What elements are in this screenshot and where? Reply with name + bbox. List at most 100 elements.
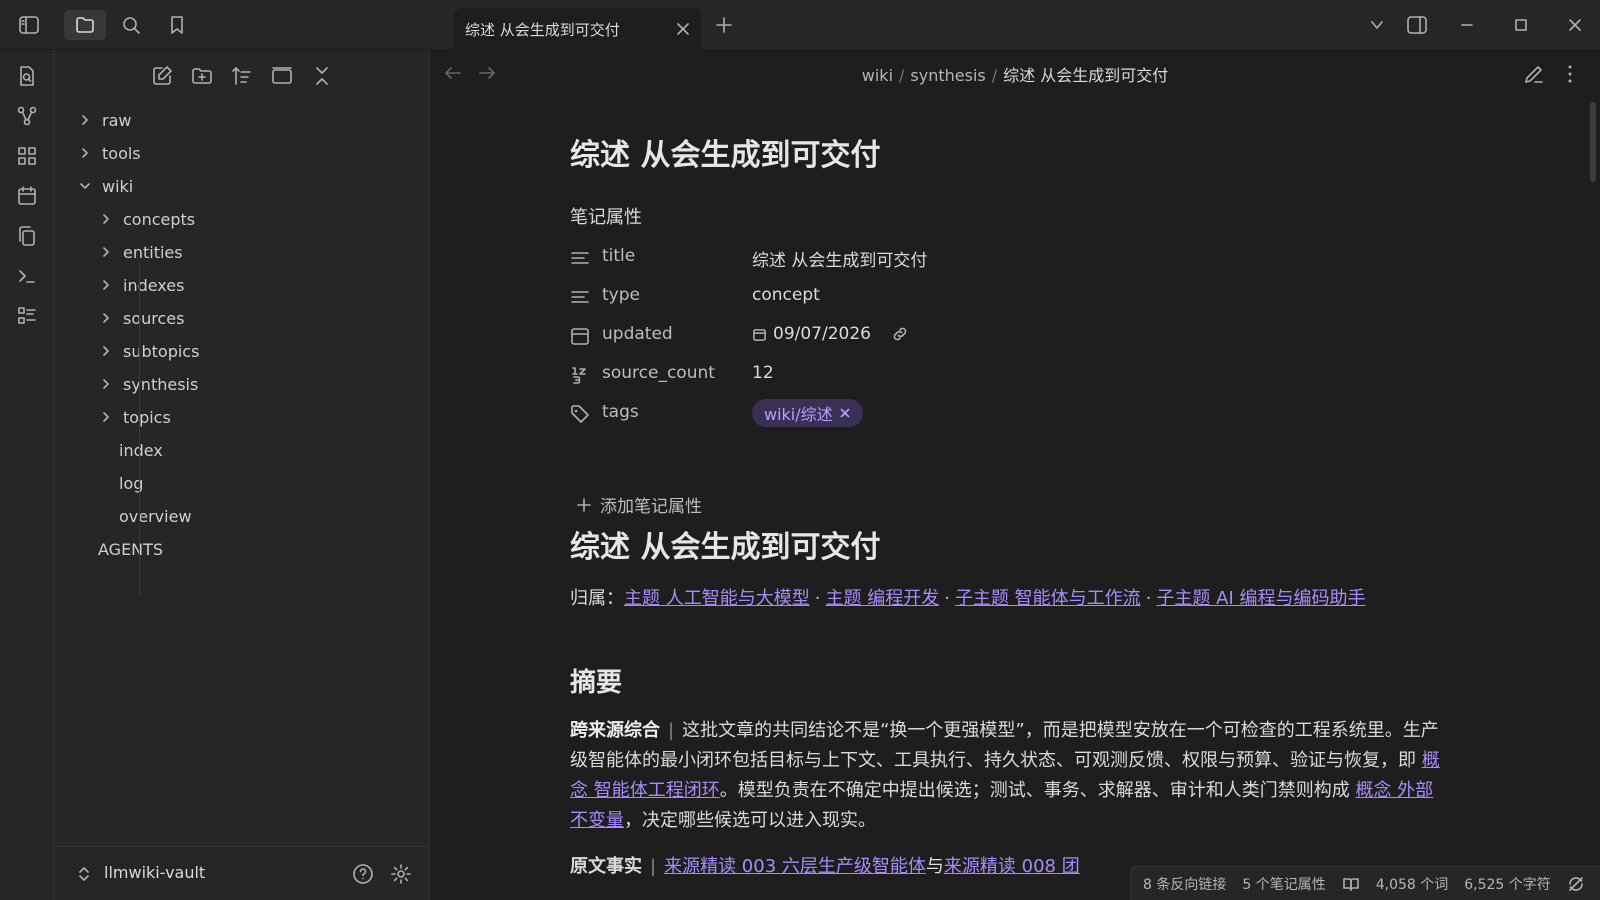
- file-search-icon[interactable]: [15, 64, 39, 88]
- property-value[interactable]: 综述 从会生成到可交付: [752, 246, 927, 271]
- close-window-icon: [1569, 19, 1581, 31]
- internal-link[interactable]: 来源精读 008 团: [944, 856, 1080, 877]
- toggle-right-sidebar-button[interactable]: [1404, 12, 1430, 38]
- folder-sources[interactable]: sources: [99, 304, 184, 332]
- tag-pill[interactable]: wiki/综述: [752, 399, 863, 427]
- backlinks-count[interactable]: 8 条反向链接: [1143, 874, 1226, 894]
- minimize-button[interactable]: [1454, 12, 1480, 38]
- collapse-view-icon[interactable]: [270, 64, 294, 88]
- property-updated[interactable]: updated 09/07/2026: [570, 320, 1450, 352]
- internal-link[interactable]: 来源精读 003 六层生产级智能体: [664, 856, 926, 877]
- add-property-button[interactable]: 添加笔记属性: [576, 492, 702, 517]
- properties-count[interactable]: 5 个笔记属性: [1242, 874, 1325, 894]
- folder-subtopics[interactable]: subtopics: [99, 337, 199, 365]
- editor-pane: wiki / synthesis / 综述 从会生成到可交付 综述 从会生成到可交付 笔…: [430, 50, 1600, 900]
- text-icon: [571, 291, 589, 303]
- new-tab-plus-icon[interactable]: [712, 13, 736, 37]
- link-icon[interactable]: [891, 325, 909, 343]
- folder-concepts[interactable]: concepts: [99, 205, 195, 233]
- properties-heading[interactable]: 笔记属性: [570, 203, 642, 229]
- sort-icon[interactable]: [230, 64, 254, 88]
- tree-item-label: synthesis: [123, 374, 199, 394]
- canvas-icon[interactable]: [15, 144, 39, 168]
- chevron-right-icon: [103, 247, 109, 257]
- para-bold-label: 原文事实: [570, 856, 642, 877]
- obsidian-window: 综述 从会生成到可交付 raw tools wiki concepts enti…: [0, 0, 1600, 900]
- para-bold-label: 跨来源综合: [570, 720, 660, 741]
- summary-heading: 摘要: [570, 668, 623, 698]
- tree-item-label: entities: [123, 242, 183, 262]
- date-picker-icon[interactable]: [752, 327, 767, 342]
- body-heading: 综述 从会生成到可交付: [570, 530, 881, 565]
- edit-pencil-icon[interactable]: [1522, 62, 1546, 86]
- folder-entities[interactable]: entities: [99, 238, 183, 266]
- file-AGENTS[interactable]: AGENTS: [78, 535, 163, 563]
- chevron-right-icon: [103, 379, 109, 389]
- sidebar-toggle-icon: [19, 16, 39, 34]
- copy-files-icon[interactable]: [15, 224, 39, 248]
- graph-view-icon[interactable]: [15, 104, 39, 128]
- property-title[interactable]: title 综述 从会生成到可交付: [570, 242, 1450, 274]
- help-icon[interactable]: [352, 863, 374, 885]
- calendar-icon[interactable]: [15, 184, 39, 208]
- minimize-icon: [1461, 24, 1473, 26]
- sync-status-icon[interactable]: [1567, 875, 1585, 893]
- internal-link[interactable]: 子主题 AI 编程与编码助手: [1156, 588, 1365, 609]
- internal-link[interactable]: 主题 人工智能与大模型: [624, 588, 810, 609]
- folder-topics[interactable]: topics: [99, 403, 171, 431]
- internal-link[interactable]: 子主题 智能体与工作流: [955, 588, 1141, 609]
- vault-name[interactable]: llmwiki-vault: [104, 863, 205, 882]
- search-button[interactable]: [110, 10, 152, 40]
- property-value[interactable]: 12: [752, 363, 774, 383]
- folder-indexes[interactable]: indexes: [99, 271, 184, 299]
- folder-wiki[interactable]: wiki: [78, 172, 133, 200]
- breadcrumb: wiki / synthesis / 综述 从会生成到可交付: [861, 66, 1169, 85]
- toggle-sidebar-button[interactable]: [8, 10, 50, 40]
- date-text[interactable]: 09/07/2026: [773, 324, 871, 344]
- terminal-icon[interactable]: [15, 264, 39, 288]
- file-overview[interactable]: overview: [99, 502, 192, 530]
- settings-gear-icon[interactable]: [390, 863, 412, 885]
- file-explorer-button[interactable]: [64, 10, 106, 40]
- property-value[interactable]: concept: [752, 285, 820, 305]
- new-folder-icon[interactable]: [190, 64, 214, 88]
- summary-paragraph: 跨来源综合 | 这批文章的共同结论不是“换一个更强模型”，而是把模型安放在一个可检查…: [570, 720, 1440, 831]
- breadcrumb-wiki[interactable]: wiki: [862, 66, 893, 85]
- belong-label: 归属：: [570, 588, 624, 609]
- tree-item-label: overview: [119, 506, 192, 526]
- reading-mode-book-icon[interactable]: [1342, 875, 1360, 893]
- chevron-right-icon: [103, 346, 109, 356]
- text-icon: [571, 252, 589, 264]
- list-icon[interactable]: [15, 304, 39, 328]
- internal-link[interactable]: 主题 编程开发: [825, 588, 939, 609]
- para-text: 与: [925, 856, 944, 877]
- breadcrumb-current[interactable]: 综述 从会生成到可交付: [1003, 66, 1168, 85]
- vault-chevrons-icon[interactable]: [76, 865, 92, 883]
- editor-scrollbar[interactable]: [1590, 102, 1596, 182]
- close-icon[interactable]: [674, 20, 692, 38]
- new-note-icon[interactable]: [150, 64, 174, 88]
- tab-list-button[interactable]: [1364, 12, 1390, 38]
- more-options-icon[interactable]: [1558, 62, 1582, 86]
- chevron-right-icon: [82, 148, 88, 158]
- property-type[interactable]: type concept: [570, 281, 1450, 313]
- file-index[interactable]: index: [99, 436, 163, 464]
- char-count: 6,525 个字符: [1464, 876, 1551, 893]
- collapse-all-icon[interactable]: [310, 64, 334, 88]
- tree-item-label: raw: [102, 110, 132, 130]
- file-log[interactable]: log: [99, 469, 143, 497]
- maximize-icon: [1515, 19, 1527, 31]
- inline-title[interactable]: 综述 从会生成到可交付: [570, 130, 880, 174]
- maximize-button[interactable]: [1508, 12, 1534, 38]
- property-source-count[interactable]: source_count 12: [570, 359, 1450, 391]
- close-window-button[interactable]: [1562, 12, 1588, 38]
- tab-active[interactable]: 综述 从会生成到可交付: [454, 8, 702, 50]
- folder-tools[interactable]: tools: [78, 139, 141, 167]
- bookmarks-button[interactable]: [156, 10, 198, 40]
- folder-synthesis[interactable]: synthesis: [99, 370, 198, 398]
- breadcrumb-synthesis[interactable]: synthesis: [910, 66, 985, 85]
- folder-raw[interactable]: raw: [78, 106, 131, 134]
- property-tags[interactable]: tags wiki/综述: [570, 398, 1450, 430]
- date-value[interactable]: 09/07/2026: [752, 324, 909, 344]
- remove-tag-icon[interactable]: [839, 407, 851, 419]
